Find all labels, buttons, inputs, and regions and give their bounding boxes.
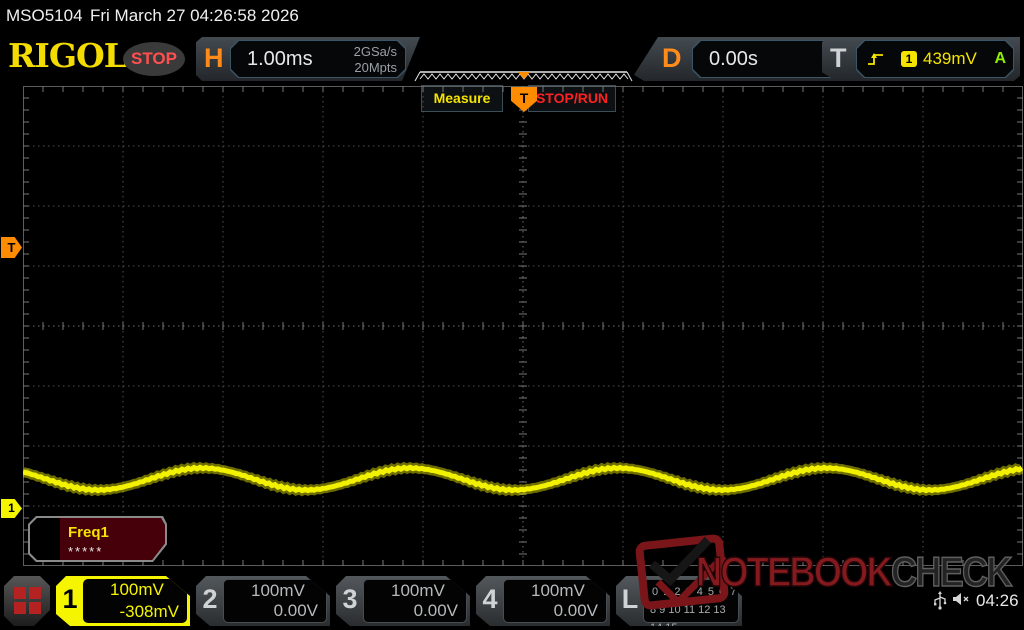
channel-2-scale: 100mV bbox=[251, 581, 305, 600]
ch1-waveform-trace bbox=[23, 461, 1023, 497]
logic-analyzer-button[interactable]: L 0 1 2 3 4 5 6 7 8 9 10 11 12 13 14 15 bbox=[616, 576, 742, 626]
header-bar: RIGOL STOP H 1.00ms 2GSa/s 20Mpts Measur… bbox=[0, 32, 1024, 112]
oscilloscope-screen: MSO5104 Fri March 27 04:26:58 2026 RIGOL… bbox=[0, 0, 1024, 630]
channel-2-info: 100mV 0.00V bbox=[223, 579, 327, 623]
trigger-settings-group[interactable]: T 1 439mV A bbox=[822, 37, 1020, 81]
rigol-logo: RIGOL bbox=[8, 36, 127, 75]
menu-button[interactable] bbox=[4, 576, 50, 626]
trigger-level-value: 439mV bbox=[923, 49, 977, 68]
timebase-value: 1.00ms bbox=[247, 48, 313, 70]
speaker-muted-icon[interactable] bbox=[952, 592, 972, 608]
channel-4-offset: 0.00V bbox=[553, 601, 598, 620]
timebase-box[interactable]: 1.00ms 2GSa/s 20Mpts bbox=[230, 40, 406, 78]
measurement-panel[interactable]: Freq1 ***** bbox=[28, 516, 167, 562]
rising-edge-icon bbox=[867, 50, 885, 68]
logic-channels-row1: 0 1 2 3 4 5 6 7 bbox=[652, 586, 738, 598]
channel-2-number: 2 bbox=[202, 584, 218, 614]
channel-4-scale: 100mV bbox=[531, 581, 585, 600]
memory-depth-value: 20Mpts bbox=[354, 60, 397, 76]
channel-1-scale: 100mV bbox=[110, 580, 164, 599]
channel-3-info: 100mV 0.00V bbox=[363, 579, 467, 623]
ch1-ground-marker[interactable]: 1 bbox=[1, 499, 22, 518]
channel-3-offset: 0.00V bbox=[413, 601, 458, 620]
usb-icon bbox=[934, 591, 947, 610]
delay-label: D bbox=[662, 43, 682, 73]
trigger-source-badge: 1 bbox=[901, 51, 917, 67]
channel-3-button[interactable]: 3 100mV 0.00V bbox=[336, 576, 470, 626]
channel-4-button[interactable]: 4 100mV 0.00V bbox=[476, 576, 610, 626]
logic-label: L bbox=[621, 584, 639, 614]
measurement-name: Freq1 bbox=[68, 524, 109, 541]
trigger-sweep-mode: A bbox=[994, 50, 1006, 67]
trigger-box[interactable]: 1 439mV A bbox=[856, 40, 1014, 78]
channel-1-info: 100mV -308mV bbox=[83, 579, 187, 623]
horizontal-settings-group[interactable]: H 1.00ms 2GSa/s 20Mpts bbox=[196, 37, 420, 81]
logic-channels-row2: 8 9 10 11 12 13 14 15 bbox=[650, 604, 726, 630]
sample-rate: 2GSa/s 20Mpts bbox=[354, 44, 397, 77]
sample-rate-value: 2GSa/s bbox=[353, 44, 397, 59]
memory-position-indicator[interactable] bbox=[414, 69, 633, 83]
menu-grid-icon bbox=[14, 587, 26, 599]
model-name: MSO5104 bbox=[6, 6, 83, 25]
channel-1-button[interactable]: 1 100mV -308mV bbox=[56, 576, 190, 626]
acquisition-status-badge: STOP bbox=[123, 42, 185, 76]
graticule bbox=[23, 86, 1023, 566]
trigger-label: T bbox=[830, 43, 847, 73]
channel-3-scale: 100mV bbox=[391, 581, 445, 600]
channel-2-button[interactable]: 2 100mV 0.00V bbox=[196, 576, 330, 626]
channel-3-number: 3 bbox=[342, 584, 358, 614]
channel-4-info: 100mV 0.00V bbox=[503, 579, 607, 623]
delay-value: 0.00s bbox=[709, 48, 758, 70]
channel-1-number: 1 bbox=[62, 584, 78, 614]
logic-info: 0 1 2 3 4 5 6 7 8 9 10 11 12 13 14 15 bbox=[643, 579, 739, 623]
channel-1-offset: -308mV bbox=[119, 602, 179, 621]
horizontal-label: H bbox=[204, 43, 224, 73]
trigger-level-marker[interactable]: T bbox=[1, 237, 22, 258]
channel-2-offset: 0.00V bbox=[273, 601, 318, 620]
measurement-value: ***** bbox=[68, 544, 104, 559]
channel-4-number: 4 bbox=[482, 584, 498, 614]
status-bar: MSO5104 Fri March 27 04:26:58 2026 bbox=[0, 0, 1024, 32]
datetime: Fri March 27 04:26:58 2026 bbox=[90, 6, 299, 25]
clock: 04:26 bbox=[976, 591, 1019, 610]
